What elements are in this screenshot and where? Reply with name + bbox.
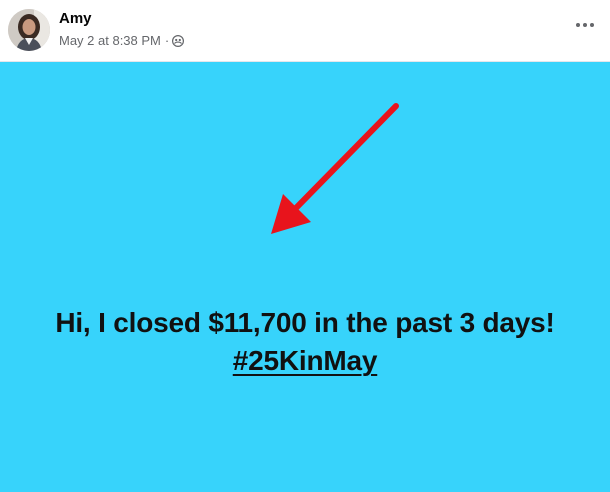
post-timestamp[interactable]: May 2 at 8:38 PM	[59, 33, 161, 49]
post-meta: May 2 at 8:38 PM ·	[59, 32, 185, 50]
more-horizontal-icon	[590, 23, 594, 27]
post-text-line: Hi, I closed $11,700 in the past 3 days!	[55, 307, 555, 338]
more-horizontal-icon	[576, 23, 580, 27]
post-text: Hi, I closed $11,700 in the past 3 days!…	[0, 304, 610, 380]
more-options-button[interactable]	[570, 14, 600, 36]
friends-globe-icon[interactable]	[172, 35, 185, 47]
post-header: Amy May 2 at 8:38 PM ·	[0, 0, 610, 62]
author-name[interactable]: Amy	[59, 10, 92, 28]
meta-separator: ·	[164, 33, 170, 48]
post-body: Hi, I closed $11,700 in the past 3 days!…	[0, 62, 610, 492]
hashtag-link[interactable]: #25KinMay	[233, 345, 378, 376]
author-avatar[interactable]	[8, 9, 50, 51]
red-arrow-annotation	[271, 103, 399, 234]
avatar-photo	[8, 9, 50, 51]
facebook-post: Amy May 2 at 8:38 PM · Hi, I closed $11,…	[0, 0, 610, 492]
more-horizontal-icon	[583, 23, 587, 27]
